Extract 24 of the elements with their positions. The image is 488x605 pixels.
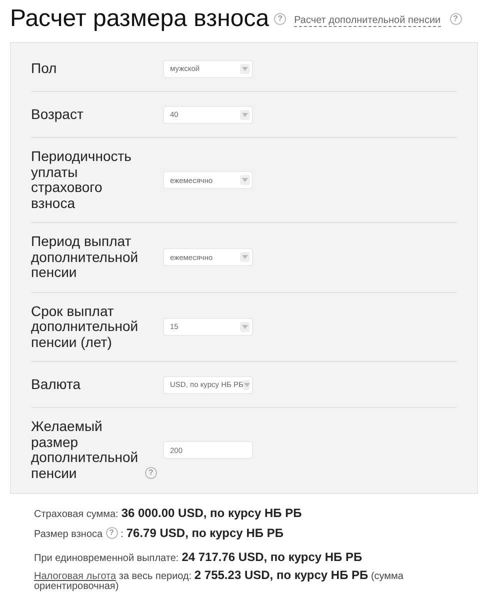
field-label: Возраст [31,106,84,122]
dropdown-arrow-icon [240,252,250,262]
pension-link[interactable]: Расчет дополнительной пенсии [294,15,441,27]
result-label: При единовременной выплате: [34,553,179,564]
tax-benefit-link[interactable]: Налоговая льгота [34,571,116,582]
result-value: 24 717.76 USD, по курсу НБ РБ [182,550,362,564]
result-value: 76.79 USD, по курсу НБ РБ [126,526,284,540]
dropdown-arrow-icon [243,380,250,390]
field-label: Период выплат дополнительной пенсии [31,234,140,280]
field-label: Желаемый размер дополнительной пенсии [31,419,140,481]
dropdown-arrow-icon [240,322,250,332]
result-line: Налоговая льгота за весь период: 2 755.23 USD, по курсу НБ РБ (сумма ориентировочная) [34,570,404,592]
result-value: 36 000.00 USD, по курсу НБ РБ [121,506,302,520]
page-title: Расчет размера взноса [10,5,270,33]
field-label: Валюта [31,376,82,392]
field-label: Периодичность уплаты страхового взноса [31,149,132,211]
result-label: Страховая сумма: [34,509,118,520]
field-label: Срок выплат дополнительной пенсии (лет) [31,304,140,350]
dropdown-arrow-icon [240,64,250,74]
result-label: : [120,529,124,540]
dropdown-arrow-icon [240,175,250,185]
field-label: Пол [31,60,58,76]
dropdown-arrow-icon [240,110,250,120]
result-label: Размер взноса [34,529,103,540]
